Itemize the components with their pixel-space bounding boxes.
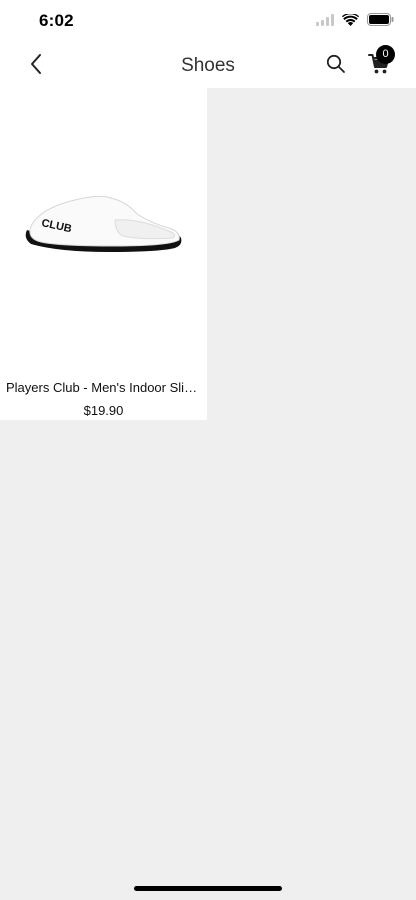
product-image[interactable]: CLUB	[0, 88, 207, 368]
search-button[interactable]	[320, 50, 352, 82]
status-icons	[316, 12, 394, 31]
cart-count-badge: 0	[376, 45, 395, 64]
product-name: Players Club - Men's Indoor Slippers	[6, 380, 201, 395]
search-icon	[326, 54, 346, 79]
page-title: Shoes	[181, 55, 235, 76]
product-price: $19.90	[83, 403, 124, 418]
battery-icon	[367, 13, 394, 31]
home-indicator[interactable]	[134, 886, 282, 891]
status-time: 6:02	[39, 11, 74, 30]
status-bar: 6:02	[0, 0, 416, 44]
cellular-signal-icon	[316, 13, 334, 31]
product-card[interactable]: CLUB Players Club - Men's Indoor Slipper…	[0, 88, 207, 420]
nav-bar: Shoes 0	[0, 44, 416, 88]
wifi-icon	[342, 12, 359, 31]
